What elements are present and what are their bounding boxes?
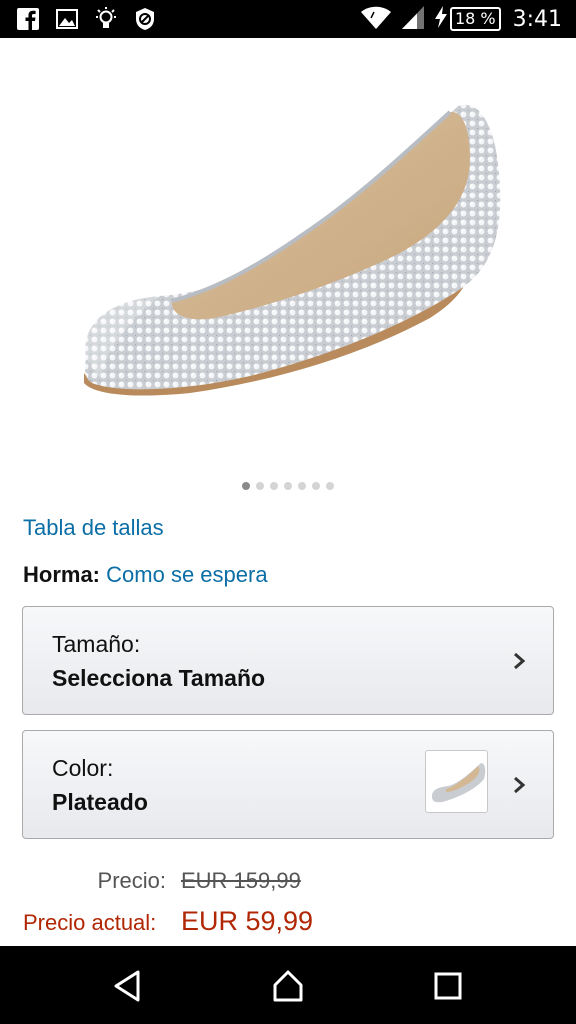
home-icon[interactable] xyxy=(270,968,306,1004)
size-selector-button[interactable]: Tamaño: Selecciona Tamaño xyxy=(22,606,554,715)
fit-label: Horma: xyxy=(23,562,101,587)
list-price-label: Precio: xyxy=(97,868,166,893)
size-selector-value: Selecciona Tamaño xyxy=(52,665,266,691)
signal-icon xyxy=(400,4,426,34)
carousel-dot xyxy=(298,482,306,490)
carousel-dot xyxy=(284,482,292,490)
size-selector-label: Tamaño: xyxy=(52,631,141,657)
current-price-value: EUR 59,99 xyxy=(181,906,314,936)
bulb-icon xyxy=(94,7,118,31)
battery-indicator: 18 % xyxy=(449,7,501,31)
product-image[interactable] xyxy=(0,38,576,468)
carousel-dot xyxy=(326,482,334,490)
image-icon xyxy=(55,7,79,31)
chevron-right-icon xyxy=(514,652,526,670)
carousel-dot xyxy=(270,482,278,490)
blocked-icon xyxy=(133,7,157,31)
list-price-value: EUR 159,99 xyxy=(181,868,301,893)
fit-row: Horma: Como se espera xyxy=(23,562,268,588)
back-icon[interactable] xyxy=(110,968,146,1004)
carousel-dot xyxy=(242,482,250,490)
current-price-label: Precio actual: xyxy=(23,910,157,935)
navigation-bar xyxy=(0,946,576,1024)
color-selector-value: Plateado xyxy=(52,789,148,815)
status-bar: 18 % 3:41 xyxy=(0,0,576,38)
color-selector-label: Color: xyxy=(52,755,114,781)
color-swatch-thumbnail xyxy=(425,750,488,813)
clock: 3:41 xyxy=(512,6,562,32)
fit-value-link[interactable]: Como se espera xyxy=(106,562,267,587)
color-selector-button[interactable]: Color: Plateado xyxy=(22,730,554,839)
wifi-icon xyxy=(360,4,392,34)
size-chart-link[interactable]: Tabla de tallas xyxy=(23,515,164,541)
carousel-dot xyxy=(312,482,320,490)
facebook-icon xyxy=(16,7,40,31)
recents-icon[interactable] xyxy=(430,968,466,1004)
charging-icon xyxy=(434,5,448,33)
carousel-dot xyxy=(256,482,264,490)
image-carousel-indicator xyxy=(0,482,576,490)
chevron-right-icon xyxy=(514,776,526,794)
